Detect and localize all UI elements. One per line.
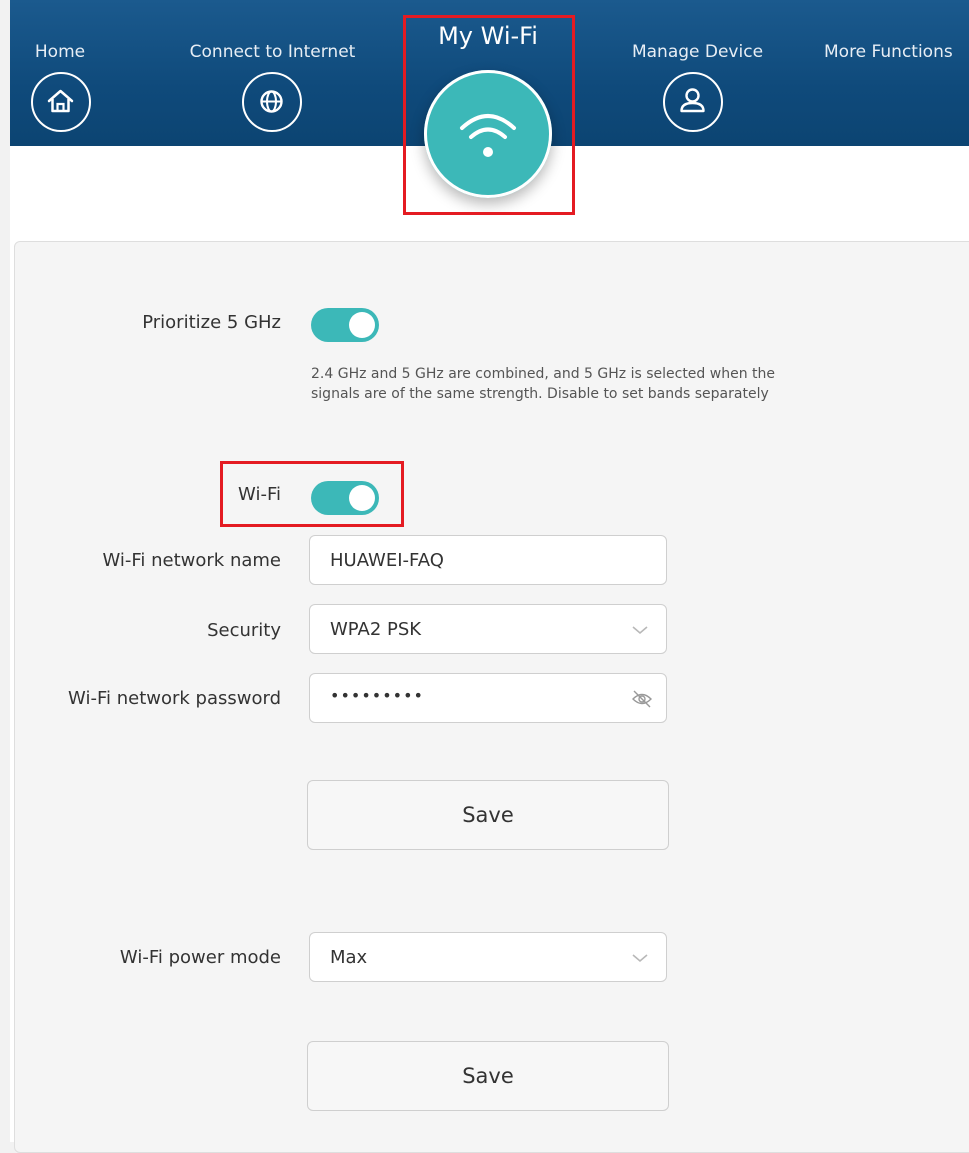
wifi-power-mode-label: Wi-Fi power mode — [119, 947, 281, 968]
toggle-knob — [349, 312, 375, 338]
nav-label-manage-device: Manage Device — [631, 42, 764, 62]
prioritize-5ghz-hint: 2.4 GHz and 5 GHz are combined, and 5 GH… — [311, 366, 775, 402]
wifi-power-mode-select[interactable]: Max — [309, 932, 667, 982]
user-icon — [663, 72, 723, 132]
nav-label-home: Home — [34, 42, 86, 62]
chevron-down-icon — [632, 626, 648, 635]
nav-item-home[interactable]: Home — [20, 0, 100, 132]
prioritize-5ghz-label: Prioritize 5 GHz — [142, 312, 281, 333]
chevron-down-icon — [632, 954, 648, 963]
security-value: WPA2 PSK — [330, 619, 422, 640]
highlight-box-wifi-toggle — [220, 461, 404, 527]
security-label: Security — [207, 620, 281, 641]
globe-icon — [242, 72, 302, 132]
wifi-network-name-input[interactable]: HUAWEI-FAQ — [309, 535, 667, 585]
wifi-password-value: ••••••••• — [330, 686, 424, 705]
highlight-box-my-wifi — [403, 15, 575, 215]
nav-item-connect-to-internet[interactable]: Connect to Internet — [170, 0, 375, 132]
wifi-network-name-value: HUAWEI-FAQ — [330, 550, 444, 571]
nav-item-manage-device[interactable]: Manage Device — [610, 0, 785, 132]
eye-hidden-icon[interactable] — [630, 687, 654, 711]
home-icon — [31, 72, 91, 132]
save-power-mode-button[interactable]: Save — [307, 1041, 669, 1111]
security-select[interactable]: WPA2 PSK — [309, 604, 667, 654]
nav-label-connect: Connect to Internet — [189, 42, 356, 62]
wifi-password-input[interactable]: ••••••••• — [309, 673, 667, 723]
wifi-network-name-label: Wi-Fi network name — [102, 550, 281, 571]
nav-item-more-functions[interactable]: More Functions — [816, 0, 969, 62]
prioritize-5ghz-toggle[interactable] — [311, 308, 379, 342]
nav-label-more-functions: More Functions — [824, 42, 953, 62]
wifi-password-label: Wi-Fi network password — [68, 688, 281, 709]
save-button[interactable]: Save — [307, 780, 669, 850]
wifi-power-mode-value: Max — [330, 947, 368, 968]
